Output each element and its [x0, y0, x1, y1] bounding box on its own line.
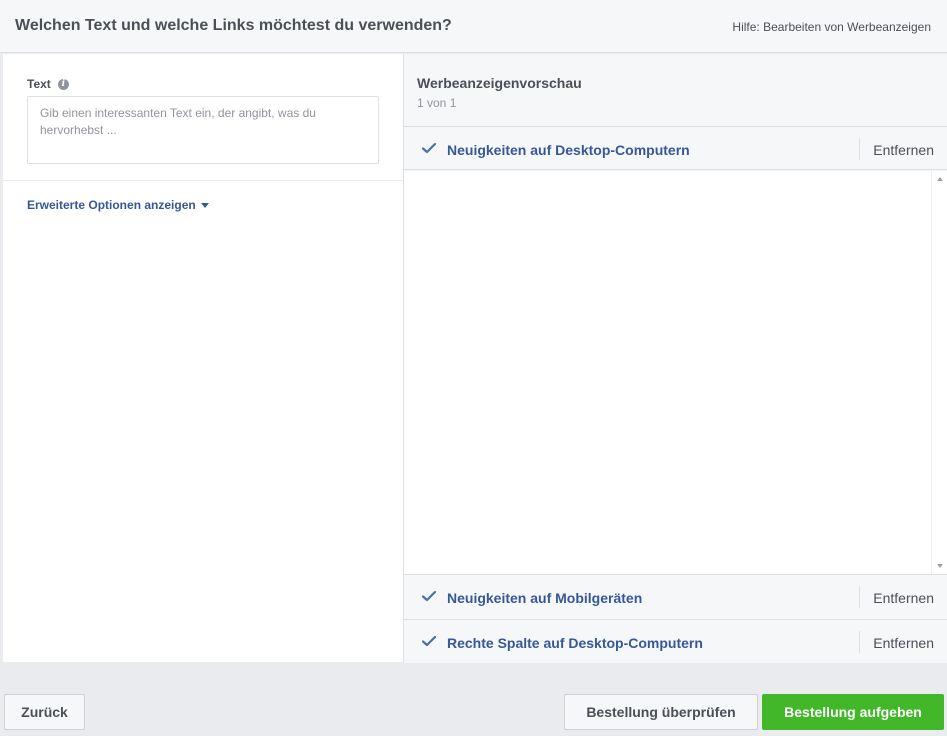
caret-down-icon [200, 202, 209, 208]
scroll-down-icon[interactable] [937, 564, 943, 568]
check-icon [422, 142, 436, 154]
header: Welchen Text und welche Links möchtest d… [0, 0, 947, 53]
advanced-options-label: Erweiterte Optionen anzeigen [27, 198, 196, 212]
ad-text-input[interactable]: Gib einen interessanten Text ein, der an… [27, 96, 379, 164]
text-links-panel: Text i Gib einen interessanten Text ein,… [3, 54, 403, 662]
separator [859, 631, 860, 653]
back-button[interactable]: Zurück [4, 694, 85, 730]
placement-label: Rechte Spalte auf Desktop-Computern [447, 635, 703, 651]
preview-title: Werbeanzeigenvorschau [417, 75, 582, 91]
remove-desktop-feed-link[interactable]: Entfernen [873, 142, 934, 158]
remove-mobile-feed-link[interactable]: Entfernen [873, 590, 934, 606]
review-order-button[interactable]: Bestellung überprüfen [564, 694, 758, 730]
place-order-button[interactable]: Bestellung aufgeben [762, 694, 944, 730]
scroll-up-icon[interactable] [937, 177, 943, 181]
remove-right-column-link[interactable]: Entfernen [873, 635, 934, 651]
ad-preview-frame [404, 171, 947, 574]
placement-label: Neuigkeiten auf Desktop-Computern [447, 142, 690, 158]
preview-count: 1 von 1 [417, 96, 457, 110]
separator [859, 586, 860, 608]
placement-row-mobile-feed[interactable]: Neuigkeiten auf Mobilgeräten Entfernen [404, 574, 947, 618]
text-label-row: Text i [27, 77, 69, 91]
ad-editor-page: Welchen Text und welche Links möchtest d… [0, 0, 947, 736]
divider [3, 180, 403, 181]
advanced-options-toggle[interactable]: Erweiterte Optionen anzeigen [27, 198, 209, 212]
check-icon [422, 590, 436, 602]
placement-row-right-column[interactable]: Rechte Spalte auf Desktop-Computern Entf… [404, 619, 947, 663]
page-title: Welchen Text und welche Links möchtest d… [15, 17, 452, 34]
ad-preview-panel: Werbeanzeigenvorschau 1 von 1 Neuigkeite… [403, 54, 947, 663]
preview-scrollbar[interactable] [931, 171, 947, 574]
text-label: Text [27, 77, 51, 91]
help-link[interactable]: Hilfe: Bearbeiten von Werbeanzeigen [732, 20, 931, 34]
placement-row-desktop-feed[interactable]: Neuigkeiten auf Desktop-Computern Entfer… [404, 126, 947, 170]
ad-text-placeholder: Gib einen interessanten Text ein, der an… [40, 106, 316, 137]
placement-label: Neuigkeiten auf Mobilgeräten [447, 590, 643, 606]
separator [859, 138, 860, 160]
check-icon [422, 635, 436, 647]
info-icon[interactable]: i [57, 78, 69, 90]
